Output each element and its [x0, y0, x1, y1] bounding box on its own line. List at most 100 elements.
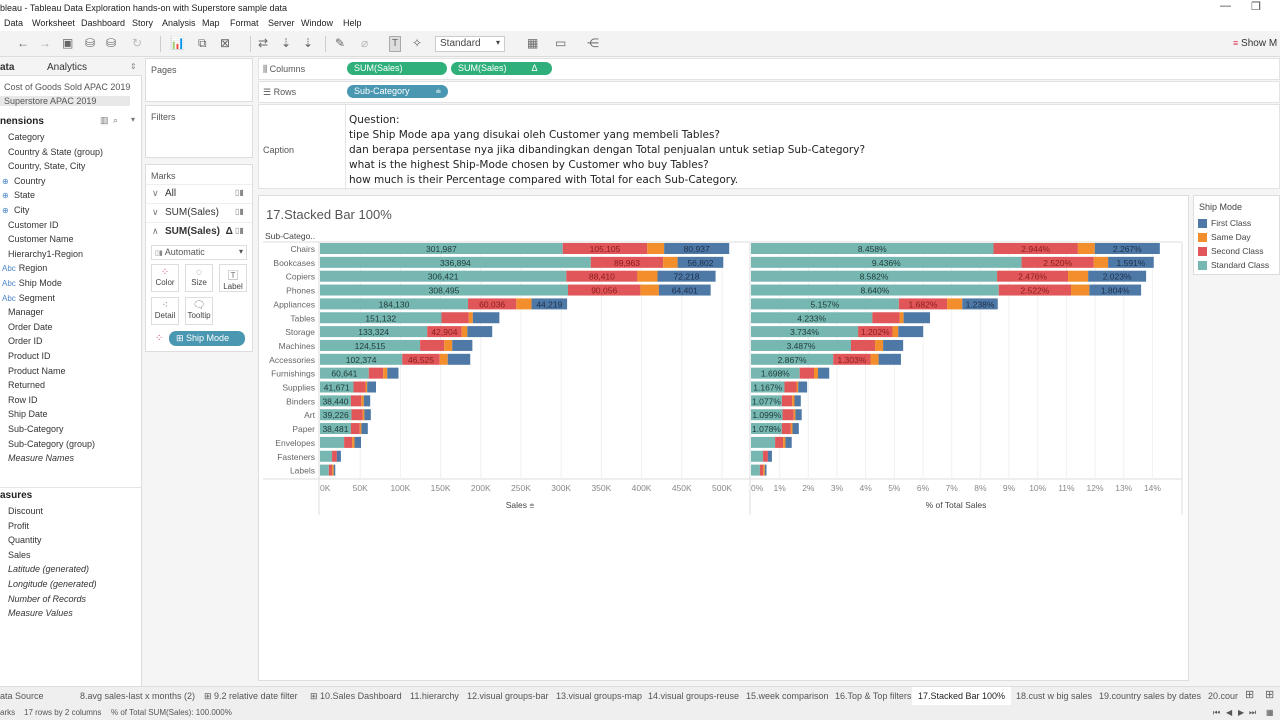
- filters-card[interactable]: Filters: [145, 105, 253, 158]
- fix-axes-icon[interactable]: ✧: [412, 36, 422, 50]
- dimension-field[interactable]: ⊕ Country: [2, 176, 45, 186]
- fit-dropdown[interactable]: Standard ▾: [435, 36, 505, 52]
- menu-help[interactable]: Help: [343, 18, 362, 28]
- show-mark-labels-icon[interactable]: T: [389, 36, 402, 52]
- sheet-tab[interactable]: ata Source: [0, 691, 44, 701]
- menu-data[interactable]: Data: [4, 18, 23, 28]
- new-dashboard-tab-icon[interactable]: ⊞: [1265, 688, 1274, 701]
- dimension-field[interactable]: Returned: [8, 380, 45, 390]
- next-sheet-icon[interactable]: ▶: [1238, 708, 1244, 717]
- tab-sort-icon[interactable]: ⇕: [130, 62, 137, 71]
- columns-pill-sum-sales-delta[interactable]: SUM(Sales) Δ: [451, 62, 552, 75]
- datasource-item-selected[interactable]: Superstore APAC 2019: [0, 96, 130, 106]
- measure-field[interactable]: Quantity: [8, 535, 42, 545]
- pages-card[interactable]: Pages: [145, 58, 253, 102]
- back-icon[interactable]: ←: [17, 36, 29, 50]
- marks-row-all[interactable]: ∨ All ▯▮: [146, 184, 252, 202]
- pause-updates-icon[interactable]: ⛁: [106, 36, 116, 50]
- rows-pill-sub-category[interactable]: Sub-Category ⩧: [347, 85, 448, 98]
- dimension-field[interactable]: Abc Region: [2, 263, 47, 273]
- show-cards-icon[interactable]: ▦: [527, 36, 538, 50]
- dimension-field[interactable]: Country, State, City: [8, 161, 85, 171]
- dropdown-icon[interactable]: ▾: [131, 115, 135, 124]
- sheet-tab[interactable]: 17.Stacked Bar 100%: [912, 687, 1012, 706]
- dimension-field[interactable]: Customer ID: [8, 220, 59, 230]
- ship-mode-color-pill[interactable]: ⊞ Ship Mode: [169, 331, 245, 346]
- menu-dashboard[interactable]: Dashboard: [81, 18, 125, 28]
- menu-analysis[interactable]: Analysis: [162, 18, 196, 28]
- sheet-tab[interactable]: 15.week comparison: [746, 691, 829, 701]
- sheet-tab[interactable]: 18.cust w big sales: [1016, 691, 1092, 701]
- dimension-field[interactable]: Manager: [8, 307, 44, 317]
- menu-worksheet[interactable]: Worksheet: [32, 18, 75, 28]
- menu-story[interactable]: Story: [132, 18, 153, 28]
- measure-field[interactable]: Latitude (generated): [8, 564, 89, 574]
- dimension-field[interactable]: Order ID: [8, 336, 43, 346]
- prev-sheet-icon[interactable]: ◀: [1226, 708, 1232, 717]
- measure-field[interactable]: Measure Values: [8, 608, 73, 618]
- last-sheet-icon[interactable]: ⏭: [1249, 708, 1256, 718]
- sheet-tab[interactable]: 20.cour: [1208, 691, 1238, 701]
- menu-map[interactable]: Map: [202, 18, 220, 28]
- grid-view-icon[interactable]: ▦: [1266, 708, 1274, 717]
- dimension-field[interactable]: Product Name: [8, 366, 66, 376]
- tooltip-button[interactable]: 🗨 Tooltip: [185, 297, 213, 325]
- detail-button[interactable]: ⁖ Detail: [151, 297, 179, 325]
- measure-field[interactable]: Number of Records: [8, 594, 86, 604]
- tab-data[interactable]: ata: [0, 62, 14, 73]
- dimension-field[interactable]: Measure Names: [8, 453, 74, 463]
- dimension-field[interactable]: Sub-Category: [8, 424, 64, 434]
- dimension-field[interactable]: ⊕ City: [2, 205, 29, 215]
- dimension-field[interactable]: Ship Date: [8, 409, 48, 419]
- group-members-icon[interactable]: ⌀: [361, 36, 368, 50]
- columns-pill-sum-sales[interactable]: SUM(Sales): [347, 62, 447, 75]
- dimension-field[interactable]: Abc Ship Mode: [2, 278, 62, 288]
- view-toggle-icon[interactable]: ▥: [100, 115, 109, 126]
- datasource-item[interactable]: Cost of Goods Sold APAC 2019: [4, 82, 130, 92]
- restore-button[interactable]: ❐: [1251, 0, 1261, 13]
- menu-format[interactable]: Format: [230, 18, 259, 28]
- sort-descending-icon[interactable]: ⇣: [303, 36, 313, 50]
- search-icon[interactable]: ⌕: [113, 115, 118, 126]
- mark-type-dropdown[interactable]: ▯▮ Automatic ▾: [151, 245, 247, 260]
- dimension-field[interactable]: ⊕ State: [2, 190, 35, 200]
- marks-row-sum-sales-delta[interactable]: ∧ SUM(Sales) Δ ▯▮: [146, 222, 252, 240]
- forward-icon[interactable]: →: [39, 36, 51, 50]
- menu-window[interactable]: Window: [301, 18, 333, 28]
- sheet-tab[interactable]: 12.visual groups-bar: [467, 691, 549, 701]
- legend-item[interactable]: Standard Class: [1198, 260, 1269, 271]
- dimension-field[interactable]: Hierarchy1-Region: [8, 249, 83, 259]
- legend-item[interactable]: Second Class: [1198, 246, 1263, 257]
- sheet-tab[interactable]: ⊞ 9.2 relative date filter: [204, 691, 298, 702]
- color-button[interactable]: ⁘ Color: [151, 264, 179, 292]
- dimension-field[interactable]: Order Date: [8, 322, 53, 332]
- columns-shelf[interactable]: ⫼ Columns SUM(Sales) SUM(Sales) Δ: [258, 58, 1280, 80]
- menu-server[interactable]: Server: [268, 18, 295, 28]
- dimension-field[interactable]: Sub-Category (group): [8, 439, 95, 449]
- legend-item[interactable]: Same Day: [1198, 232, 1251, 243]
- new-datasource-icon[interactable]: ⛁: [85, 36, 95, 50]
- new-worksheet-icon[interactable]: 📊: [170, 36, 185, 50]
- highlight-icon[interactable]: ✎: [335, 36, 345, 50]
- measure-field[interactable]: Profit: [8, 521, 29, 531]
- sheet-tab[interactable]: 13.visual groups-map: [556, 691, 642, 701]
- save-icon[interactable]: ▣: [62, 36, 73, 50]
- swap-icon[interactable]: ⇄: [258, 36, 268, 50]
- sheet-tab[interactable]: ⊞ 10.Sales Dashboard: [310, 691, 402, 702]
- dimension-field[interactable]: Country & State (group): [8, 147, 103, 157]
- measure-field[interactable]: Sales: [8, 550, 31, 560]
- sheet-tab[interactable]: 14.visual groups-reuse: [648, 691, 739, 701]
- sheet-tab[interactable]: 19.country sales by dates: [1099, 691, 1201, 701]
- dimension-field[interactable]: Abc Segment: [2, 293, 55, 303]
- refresh-icon[interactable]: ↻: [132, 36, 142, 50]
- new-worksheet-tab-icon[interactable]: ⊞: [1245, 688, 1254, 701]
- dimension-field[interactable]: Category: [8, 132, 45, 142]
- label-button[interactable]: 🅃 Label: [219, 264, 247, 292]
- sort-ascending-icon[interactable]: ⇣: [281, 36, 291, 50]
- first-sheet-icon[interactable]: ⏮: [1213, 708, 1220, 718]
- tab-analytics[interactable]: Analytics: [47, 62, 87, 73]
- share-icon[interactable]: ⋲: [587, 36, 599, 50]
- show-me-button[interactable]: ≡ Show M: [1233, 38, 1277, 49]
- presentation-mode-icon[interactable]: ▭: [555, 36, 566, 50]
- measure-field[interactable]: Longitude (generated): [8, 579, 97, 589]
